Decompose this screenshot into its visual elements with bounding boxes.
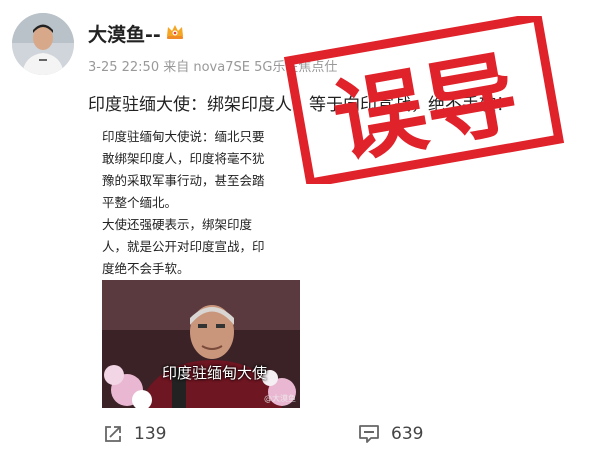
- share-count: 139: [134, 424, 167, 444]
- image-text-line: 印度驻缅甸大使说：缅北只要: [102, 129, 265, 144]
- comment-icon: [359, 425, 379, 443]
- misleading-stamp: 误导: [283, 16, 565, 184]
- stamp-text: 误导: [326, 40, 526, 177]
- image-text-line: 度绝不会手软。: [102, 261, 190, 276]
- comment-button[interactable]: 639: [357, 423, 423, 445]
- photo-watermark: @大漠鱼: [264, 394, 296, 403]
- comment-count: 639: [391, 424, 424, 444]
- image-text-line: 豫的采取军事行动，甚至会踏: [102, 173, 265, 188]
- image-text-line: 敢绑架印度人，印度将毫不犹: [102, 151, 265, 166]
- crown-badge-icon[interactable]: [165, 22, 185, 40]
- share-button[interactable]: 139: [102, 423, 166, 445]
- username[interactable]: 大漠鱼--: [88, 20, 161, 47]
- avatar[interactable]: [12, 13, 74, 75]
- image-text-line: 人，就是公开对印度宣战，印: [102, 239, 265, 254]
- photo-caption: 印度驻缅甸大使: [162, 364, 268, 382]
- news-photo: 印度驻缅甸大使 @大漠鱼: [102, 280, 300, 408]
- share-icon: [105, 426, 121, 442]
- speaker-photo: [102, 280, 300, 408]
- image-text-line: 平整个缅北。: [102, 195, 178, 210]
- image-text-line: 大使还强硬表示，绑架印度: [102, 217, 253, 232]
- avatar-image: [12, 13, 74, 75]
